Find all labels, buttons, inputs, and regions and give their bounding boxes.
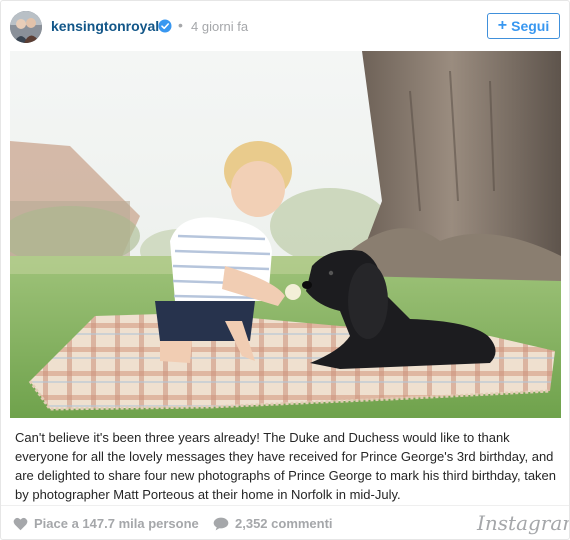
post-photo[interactable] bbox=[10, 51, 561, 418]
separator-dot: • bbox=[178, 17, 183, 33]
follow-button[interactable]: + Segui bbox=[487, 13, 560, 39]
post-footer: Piace a 147.7 mila persone 2,352 comment… bbox=[1, 505, 569, 539]
post-header: kensingtonroyal • 4 giorni fa + Segui bbox=[1, 1, 569, 51]
post-caption: Can't believe it's been three years alre… bbox=[15, 430, 557, 502]
username-link[interactable]: kensingtonroyal bbox=[51, 18, 159, 34]
likes-count[interactable]: Piace a 147.7 mila persone bbox=[13, 516, 199, 531]
post-timestamp[interactable]: 4 giorni fa bbox=[191, 19, 248, 34]
follow-button-label: Segui bbox=[511, 18, 550, 34]
instagram-embed-card: kensingtonroyal • 4 giorni fa + Segui Ca… bbox=[0, 0, 570, 540]
instagram-logo[interactable]: Instagram bbox=[477, 511, 569, 535]
heart-icon bbox=[13, 517, 28, 530]
likes-label: Piace a 147.7 mila persone bbox=[34, 516, 199, 531]
verified-badge-icon bbox=[158, 19, 172, 33]
comments-count[interactable]: 2,352 commenti bbox=[213, 516, 333, 531]
plus-icon: + bbox=[497, 17, 508, 34]
photo-boy-with-dog bbox=[10, 51, 561, 418]
avatar-image bbox=[10, 11, 42, 43]
comments-label: 2,352 commenti bbox=[235, 516, 333, 531]
speech-bubble-icon bbox=[213, 517, 229, 530]
avatar[interactable] bbox=[10, 11, 42, 43]
